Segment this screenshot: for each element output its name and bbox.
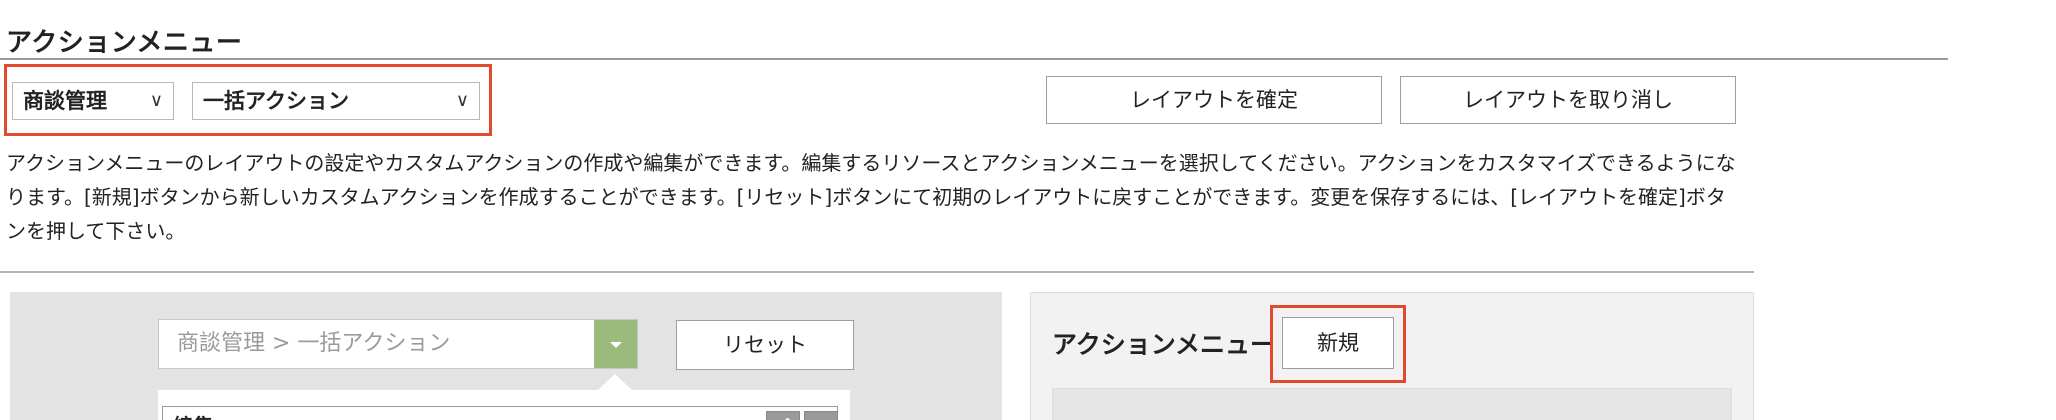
chevron-down-icon: ∨ — [455, 90, 469, 111]
reset-button[interactable]: リセット — [676, 320, 854, 370]
action-menu-page: アクションメニュー 商談管理 ∨ 一括アクション ∨ レイアウトを確定 レイアウ… — [0, 0, 2056, 420]
menu-item[interactable]: 編集 — [162, 406, 838, 420]
custom-action-panel-title: アクションメニュー — [1052, 330, 1276, 359]
title-divider — [0, 58, 1948, 60]
confirm-layout-button[interactable]: レイアウトを確定 — [1046, 76, 1382, 124]
action-menu-select-value: 一括アクション — [203, 89, 349, 113]
custom-action-list — [1052, 388, 1732, 420]
menu-pointer — [598, 374, 632, 390]
description-divider — [0, 271, 1754, 273]
menu-item-label: 編集 — [173, 410, 213, 420]
resource-select[interactable]: 商談管理 ∨ — [12, 82, 174, 120]
delete-icon[interactable] — [804, 411, 838, 420]
resource-path-field[interactable]: 商談管理 > 一括アクション — [158, 319, 638, 369]
resource-path-dropdown-button[interactable] — [594, 320, 637, 368]
chevron-down-icon: ∨ — [149, 90, 163, 111]
action-menu-select[interactable]: 一括アクション ∨ — [192, 82, 480, 120]
pencil-icon[interactable] — [766, 411, 800, 420]
triangle-down-icon — [610, 342, 622, 348]
resource-select-value: 商談管理 — [23, 89, 107, 113]
cancel-layout-button[interactable]: レイアウトを取り消し — [1400, 76, 1736, 124]
new-action-button[interactable]: 新規 — [1282, 317, 1394, 369]
page-title: アクションメニュー — [6, 28, 243, 58]
page-description: アクションメニューのレイアウトの設定やカスタムアクションの作成や編集ができます。… — [6, 151, 1736, 243]
